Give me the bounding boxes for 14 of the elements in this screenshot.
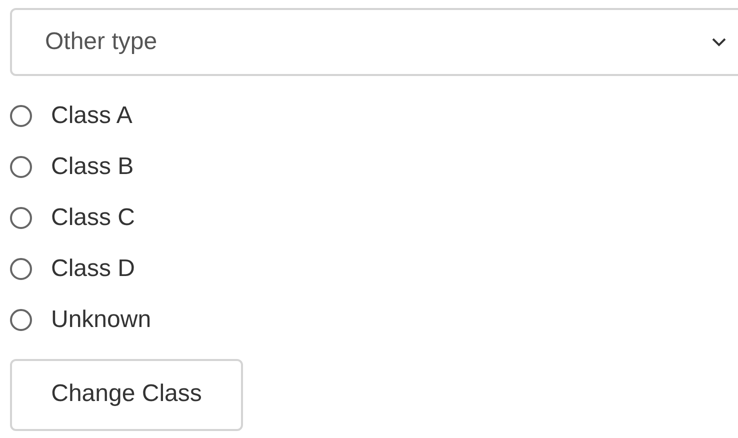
radio-label: Class B bbox=[51, 152, 134, 182]
radio-button[interactable] bbox=[10, 309, 32, 331]
radio-label: Class D bbox=[51, 254, 136, 284]
radio-button[interactable] bbox=[10, 207, 32, 229]
radio-label: Class C bbox=[51, 203, 136, 233]
radio-label: Unknown bbox=[51, 305, 152, 335]
change-class-button[interactable]: Change Class bbox=[10, 359, 243, 431]
radio-label: Class A bbox=[51, 101, 132, 131]
type-select[interactable]: Other type bbox=[10, 8, 738, 76]
chevron-down-icon bbox=[712, 37, 726, 47]
select-value: Other type bbox=[45, 27, 158, 57]
radio-button[interactable] bbox=[10, 156, 32, 178]
radio-button[interactable] bbox=[10, 258, 32, 280]
radio-button[interactable] bbox=[10, 105, 32, 127]
